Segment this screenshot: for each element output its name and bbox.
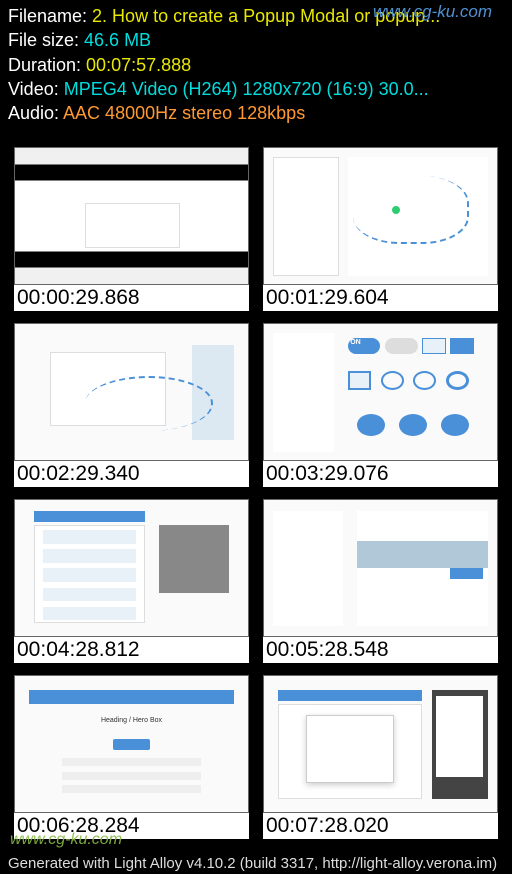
video-value: MPEG4 Video (H264) 1280x720 (16:9) 30.0.… xyxy=(64,79,429,99)
thumbnail-image[interactable] xyxy=(263,499,498,637)
timestamp: 00:04:28.812 xyxy=(14,637,249,663)
timestamp: 00:03:29.076 xyxy=(263,461,498,487)
thumbnail-image[interactable]: Heading / Hero Box xyxy=(14,675,249,813)
timestamp: 00:02:29.340 xyxy=(14,461,249,487)
thumbnail-image[interactable] xyxy=(263,147,498,285)
thumbnail-cell: 00:07:28.020 xyxy=(263,675,498,839)
filename-label: Filename: xyxy=(8,6,92,26)
timestamp: 00:01:29.604 xyxy=(263,285,498,311)
audio-value: AAC 48000Hz stereo 128kbps xyxy=(63,103,305,123)
hero-button xyxy=(113,227,150,239)
watermark-top: www.cg-ku.com xyxy=(373,2,492,22)
thumbnail-image[interactable] xyxy=(263,675,498,813)
timestamp: 00:00:29.868 xyxy=(14,285,249,311)
timestamp: 00:05:28.548 xyxy=(263,637,498,663)
thumbnail-cell: 00:04:28.812 xyxy=(14,499,249,663)
hero-text: Heading / Hero Box xyxy=(99,208,164,215)
hero-label: Heading / Hero Box xyxy=(85,717,178,733)
thumbnail-cell: ON 00:03:29.076 xyxy=(263,323,498,487)
video-row: Video: MPEG4 Video (H264) 1280x720 (16:9… xyxy=(8,77,504,101)
duration-label: Duration: xyxy=(8,55,86,75)
thumbnail-image[interactable]: Heading / Hero Box xyxy=(14,147,249,285)
watermark-bottom: www.cg-ku.com xyxy=(10,831,122,849)
generator-footer: Generated with Light Alloy v4.10.2 (buil… xyxy=(8,855,497,872)
thumbnail-image[interactable]: ON xyxy=(263,323,498,461)
thumbnail-grid: Heading / Hero Box 00:00:29.868 00:01:29… xyxy=(0,129,512,845)
filesize-label: File size: xyxy=(8,30,84,50)
filesize-row: File size: 46.6 MB xyxy=(8,28,504,52)
thumbnail-image[interactable] xyxy=(14,499,249,637)
audio-label: Audio: xyxy=(8,103,63,123)
thumbnail-cell: 00:01:29.604 xyxy=(263,147,498,311)
duration-value: 00:07:57.888 xyxy=(86,55,191,75)
thumbnail-cell: 00:05:28.548 xyxy=(263,499,498,663)
thumbnail-cell: 00:02:29.340 xyxy=(14,323,249,487)
thumbnail-image[interactable] xyxy=(14,323,249,461)
duration-row: Duration: 00:07:57.888 xyxy=(8,53,504,77)
filesize-value: 46.6 MB xyxy=(84,30,151,50)
thumbnail-cell: Heading / Hero Box 00:00:29.868 xyxy=(14,147,249,311)
audio-row: Audio: AAC 48000Hz stereo 128kbps xyxy=(8,101,504,125)
video-label: Video: xyxy=(8,79,64,99)
toggle-on-label: ON xyxy=(350,339,361,346)
timestamp: 00:07:28.020 xyxy=(263,813,498,839)
thumbnail-cell: Heading / Hero Box 00:06:28.284 xyxy=(14,675,249,839)
